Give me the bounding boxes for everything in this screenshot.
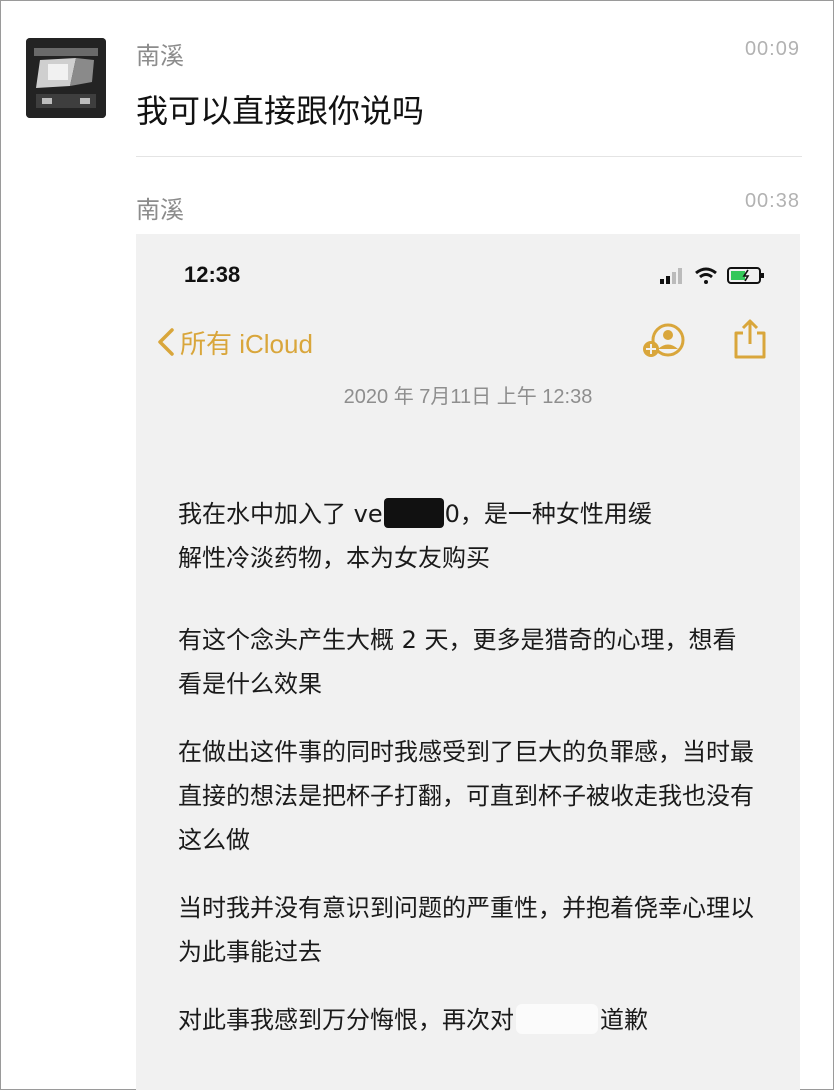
image-message[interactable]: 12:38 所有 iCloud 2020 年 7月11日 上午 12:38 我在… [136, 234, 800, 1090]
wifi-icon [695, 267, 717, 284]
collaborate-icon[interactable] [642, 322, 688, 360]
battery-icon [727, 267, 764, 284]
status-bar-time: 12:38 [184, 262, 241, 287]
note-paragraph: 在做出这件事的同时我感受到了巨大的负罪感，当时最直接的想法是把杯子打翻，可直到杯… [178, 738, 754, 854]
note-text: 我在水中加入了 ve [178, 500, 383, 528]
message-text[interactable]: 我可以直接跟你说吗 [136, 86, 424, 132]
sender-name: 南溪 [136, 196, 184, 224]
note-paragraph: 当时我并没有意识到问题的严重性，并抱着侥幸心理以为此事能过去 [178, 894, 754, 966]
share-icon[interactable] [732, 318, 768, 360]
note-text: 对此事我感到万分悔恨，再次对 [178, 1006, 514, 1034]
redaction-block [516, 1004, 598, 1034]
note-text: 0，是一种女性用缓 [444, 500, 652, 528]
note-paragraph: 对此事我感到万分悔恨，再次对 道歉 [178, 998, 758, 1042]
sender-name: 南溪 [136, 42, 184, 70]
back-button[interactable]: 所有 iCloud [156, 322, 313, 362]
status-icons [660, 267, 764, 284]
message-time: 00:09 [744, 38, 800, 60]
message-time: 00:38 [744, 190, 800, 212]
back-chevron-icon [158, 328, 174, 356]
note-date: 2020 年 7月11日 上午 12:38 [343, 386, 593, 408]
back-label: 所有 iCloud [180, 328, 313, 359]
note-paragraph: 有这个念头产生大概 2 天，更多是猎奇的心理，想看看是什么效果 [178, 626, 737, 698]
note-text: 解性冷淡药物，本为女友购买 [178, 544, 490, 572]
signal-icon [660, 268, 682, 284]
avatar-image-icon [26, 38, 106, 118]
avatar[interactable] [26, 38, 106, 118]
note-paragraph: 我在水中加入了 ve 0，是一种女性用缓 解性冷淡药物，本为女友购买 [178, 492, 758, 580]
redaction-block [383, 498, 444, 528]
message-divider [136, 156, 802, 157]
note-text: 道歉 [600, 1006, 648, 1034]
